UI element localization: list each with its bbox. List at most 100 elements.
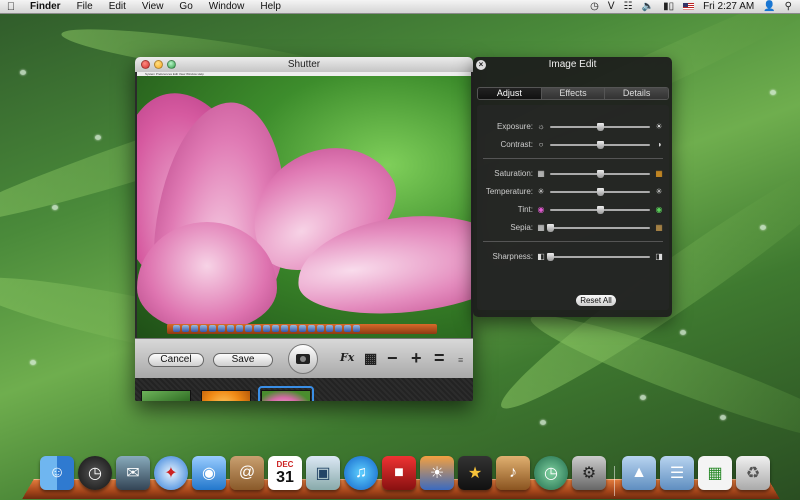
tint-magenta-icon: ◉ — [537, 206, 545, 214]
mail-icon[interactable]: ✉ — [116, 456, 150, 490]
contrast-slider[interactable] — [550, 144, 650, 146]
finder-icon[interactable]: ☺ — [40, 456, 74, 490]
divider — [483, 158, 663, 159]
tab-adjust[interactable]: Adjust — [478, 88, 542, 99]
tint-slider[interactable] — [550, 209, 650, 211]
image-edit-title: Image Edit — [549, 59, 597, 70]
zoom-window-button[interactable] — [167, 60, 176, 69]
dashboard-icon[interactable]: ◷ — [78, 456, 112, 490]
preview-menubar: System Preferences Edit View Window Help — [137, 72, 471, 76]
trash-icon[interactable]: ♻ — [736, 456, 770, 490]
capture-button[interactable] — [288, 344, 318, 374]
ical-icon[interactable]: DEC 31 — [268, 456, 302, 490]
sharpness-low-icon: ◧ — [537, 253, 545, 261]
saturation-label: Saturation: — [494, 168, 533, 180]
slider-row-contrast: Contrast: ○ ◑ — [477, 139, 669, 151]
reset-all-button[interactable]: Reset All — [576, 295, 616, 306]
contrast-high-icon: ◑ — [655, 141, 663, 149]
close-panel-icon[interactable]: × — [476, 60, 486, 70]
zoom-out-icon[interactable]: − — [387, 350, 398, 366]
slider-row-saturation: Saturation: ▦ ▦ — [477, 168, 669, 180]
menu-view[interactable]: View — [134, 1, 172, 12]
contrast-knob[interactable] — [597, 141, 604, 149]
iphoto-icon[interactable]: ☀ — [420, 456, 454, 490]
itunes-icon[interactable]: ♫ — [344, 456, 378, 490]
downloads-stack-icon[interactable]: ▦ — [698, 456, 732, 490]
cancel-button[interactable]: Cancel — [148, 353, 204, 367]
thumbnail-flower[interactable] — [261, 390, 311, 401]
address-book-icon[interactable]: @ — [230, 456, 264, 490]
preview-icon[interactable]: ▣ — [306, 456, 340, 490]
menu-edit[interactable]: Edit — [101, 1, 134, 12]
battery-icon[interactable]: ▮▯ — [663, 1, 674, 12]
input-source-flag-icon[interactable] — [683, 3, 694, 10]
menu-go[interactable]: Go — [171, 1, 200, 12]
sepia-knob[interactable] — [547, 224, 554, 232]
zoom-in-icon[interactable]: + — [411, 350, 422, 366]
documents-folder-icon[interactable]: ☰ — [660, 456, 694, 490]
menu-file[interactable]: File — [69, 1, 101, 12]
saturation-high-icon: ▦ — [655, 170, 663, 178]
image-edit-panel: × Image Edit Adjust Effects Details Expo… — [473, 57, 672, 317]
sepia-slider[interactable] — [550, 227, 650, 229]
exposure-slider[interactable] — [550, 126, 650, 128]
sharpness-knob[interactable] — [547, 253, 554, 261]
apple-menu-icon[interactable]:  — [0, 1, 22, 13]
exposure-knob[interactable] — [597, 123, 604, 131]
facetime-icon[interactable]: ◉ — [192, 456, 226, 490]
contrast-low-icon: ○ — [537, 141, 545, 149]
sepia-high-icon: ▦ — [655, 224, 663, 232]
volume-icon[interactable]: 🔈 — [642, 1, 654, 12]
sharpness-slider[interactable] — [550, 256, 650, 258]
slider-row-sharpness: Sharpness: ◧ ◨ — [477, 251, 669, 263]
bluetooth-icon[interactable]: ᐯ — [608, 1, 615, 12]
garageband-icon[interactable]: ♪ — [496, 456, 530, 490]
wifi-icon[interactable]: ☷ — [624, 1, 633, 12]
time-machine-status-icon[interactable]: ◷ — [590, 1, 599, 12]
tint-green-icon: ◉ — [655, 206, 663, 214]
image-edit-titlebar[interactable]: × Image Edit — [473, 57, 672, 73]
actual-size-icon[interactable]: = — [434, 350, 445, 366]
tab-effects[interactable]: Effects — [542, 88, 606, 99]
image-edit-tabs: Adjust Effects Details — [477, 87, 669, 100]
safari-icon[interactable]: ✦ — [154, 456, 188, 490]
imovie-icon[interactable]: ★ — [458, 456, 492, 490]
exposure-label: Exposure: — [497, 121, 533, 133]
effects-button[interactable]: Fx — [340, 350, 354, 366]
tab-details[interactable]: Details — [605, 88, 668, 99]
screenshot-preview: System Preferences Edit View Window Help — [137, 72, 471, 338]
saturation-slider[interactable] — [550, 173, 650, 175]
temperature-slider[interactable] — [550, 191, 650, 193]
camera-icon — [296, 354, 310, 364]
photo-booth-icon[interactable]: ■ — [382, 456, 416, 490]
shutter-titlebar[interactable]: Shutter — [135, 57, 473, 72]
thumbnail-orange[interactable] — [201, 390, 251, 401]
user-icon[interactable]: 👤 — [763, 1, 775, 12]
menu-help[interactable]: Help — [252, 1, 289, 12]
exposure-low-icon: ☼ — [537, 123, 545, 131]
minimize-window-button[interactable] — [154, 60, 163, 69]
system-preferences-icon[interactable]: ⚙ — [572, 456, 606, 490]
divider — [483, 241, 663, 242]
menu-bar:  Finder File Edit View Go Window Help ◷… — [0, 0, 800, 14]
spotlight-search-icon[interactable]: ⚲ — [785, 1, 792, 12]
menubar-clock[interactable]: Fri 2:27 AM — [703, 1, 754, 12]
applications-folder-icon[interactable]: ▲ — [622, 456, 656, 490]
menu-window[interactable]: Window — [201, 1, 253, 12]
time-machine-icon[interactable]: ◷ — [534, 456, 568, 490]
dock: ☺ ◷ ✉ ✦ ◉ @ DEC 31 ▣ ♫ ■ ☀ ★ ♪ ◷ ⚙ ▲ ☰ ▦… — [28, 452, 774, 500]
slider-row-tint: Tint: ◉ ◉ — [477, 204, 669, 216]
dock-separator — [614, 466, 615, 496]
tint-knob[interactable] — [597, 206, 604, 214]
close-window-button[interactable] — [141, 60, 150, 69]
saturation-knob[interactable] — [597, 170, 604, 178]
temperature-knob[interactable] — [597, 188, 604, 196]
menu-app-name[interactable]: Finder — [22, 1, 69, 12]
sharpness-label: Sharpness: — [493, 251, 533, 263]
sharpness-high-icon: ◨ — [655, 253, 663, 261]
temperature-warm-icon: ✳ — [655, 188, 663, 196]
slider-row-temperature: Temperature: ✳ ✳ — [477, 186, 669, 198]
thumbnail-grass[interactable] — [141, 390, 191, 401]
crop-icon[interactable]: ▦ — [364, 350, 377, 366]
save-button[interactable]: Save — [213, 353, 273, 367]
